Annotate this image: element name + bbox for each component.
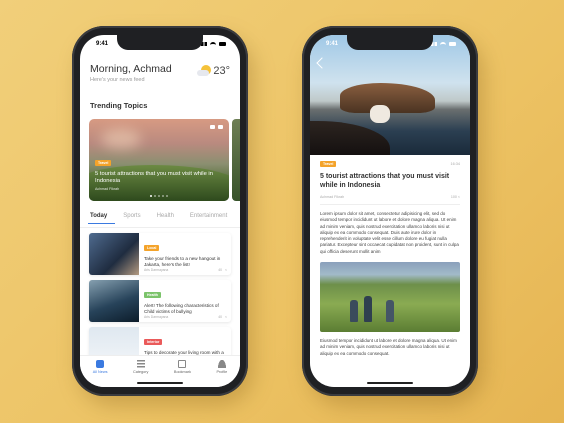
comment-icon[interactable] [210,125,215,129]
article-author: Achmad Fikrah [320,195,345,199]
tab-health[interactable]: Health [157,213,174,219]
trending-card[interactable]: Travel 5 tourist attractions that you mu… [89,119,229,201]
carousel-dots[interactable] [150,195,168,197]
news-title: Alert! The following characteristics of … [144,303,219,314]
phone-article-detail: 9:41 Travel 16:34 5 tourist attractions … [302,26,478,396]
article-cover-image [310,35,470,155]
article-body: Travel 16:34 5 tourist attractions that … [310,155,470,357]
section-title: Trending Topics [90,101,148,110]
tab-entertainment[interactable]: Entertainment [190,213,227,219]
article-inline-image [320,262,460,333]
next-trending-card[interactable] [232,119,240,201]
tabs-divider [80,227,240,228]
article-title: 5 tourist attractions that you must visi… [320,173,450,189]
newspaper-icon [96,360,105,368]
nav-label: Category [133,370,149,374]
home-indicator [137,382,183,384]
greeting-text: Morning, Achmad [90,63,172,75]
temperature: 23° [213,65,230,77]
news-list: Local Take your friends to a new hangout… [89,233,231,374]
list-item[interactable]: Health Alert! The following characterist… [89,280,231,322]
battery-icon [449,42,456,46]
greeting-subtitle: Here's your news feed [90,77,145,83]
comment-count[interactable]: 40 [218,315,222,319]
comment-count[interactable]: 100 [451,195,457,199]
comment-count[interactable]: 40 [218,268,222,272]
share-icon[interactable] [218,125,223,129]
battery-icon [219,42,226,46]
status-icons [431,42,456,46]
status-icons [201,42,226,46]
wifi-icon [210,42,216,46]
partly-cloudy-icon [197,65,212,77]
category-tag: Interior [144,339,163,345]
user-icon [217,360,226,368]
news-thumbnail [89,280,139,322]
article-paragraph: Lorem ipsum dolor sit amet, consectetur … [320,211,459,254]
notch [117,35,203,50]
category-tag: Health [144,292,161,298]
home-indicator [367,382,413,384]
category-tag: Travel [95,160,112,166]
category-tabs: Today Sports Health Entertainment [87,213,240,224]
category-tag: Travel [320,161,337,167]
share-icon[interactable]: < [458,195,460,199]
nav-all-news[interactable]: All News [93,360,108,387]
divider [320,204,460,205]
nav-profile[interactable]: Profile [216,360,227,387]
news-author: Aris Darmayana [144,268,169,272]
status-time: 9:41 [326,41,339,47]
category-tag: Local [144,245,160,251]
news-author: Aris Darmayana [144,315,169,319]
article-screen: 9:41 Travel 16:34 5 tourist attractions … [310,35,470,387]
share-icon[interactable]: < [225,268,227,272]
news-feed-screen: 9:41 Morning, Achmad Here's your news fe… [80,35,240,387]
list-item[interactable]: Local Take your friends to a new hangout… [89,233,231,275]
nav-label: All News [92,370,108,374]
share-icon[interactable]: < [225,315,227,319]
phone-news-feed: 9:41 Morning, Achmad Here's your news fe… [72,26,248,396]
news-thumbnail [89,233,139,275]
nav-label: Profile [216,370,228,374]
card-title: 5 tourist attractions that you must visi… [95,171,213,184]
list-icon [136,360,145,368]
article-paragraph: Eiusmod tempor incididunt ut labore et d… [320,338,457,356]
greeting-block: Morning, Achmad Here's your news feed [90,63,172,83]
nav-label: Bookmark [173,370,191,374]
weather-widget[interactable]: 23° [197,65,230,77]
notch [347,35,433,50]
bookmark-icon [178,360,187,368]
status-time: 9:41 [96,41,109,47]
news-title: Take your friends to a new hangout in Ja… [144,256,221,267]
wifi-icon [440,42,446,46]
tab-today[interactable]: Today [87,213,116,224]
card-author: Achmad Fikrah [95,187,120,191]
tab-sports[interactable]: Sports [123,213,140,219]
article-time: 16:34 [450,162,460,166]
